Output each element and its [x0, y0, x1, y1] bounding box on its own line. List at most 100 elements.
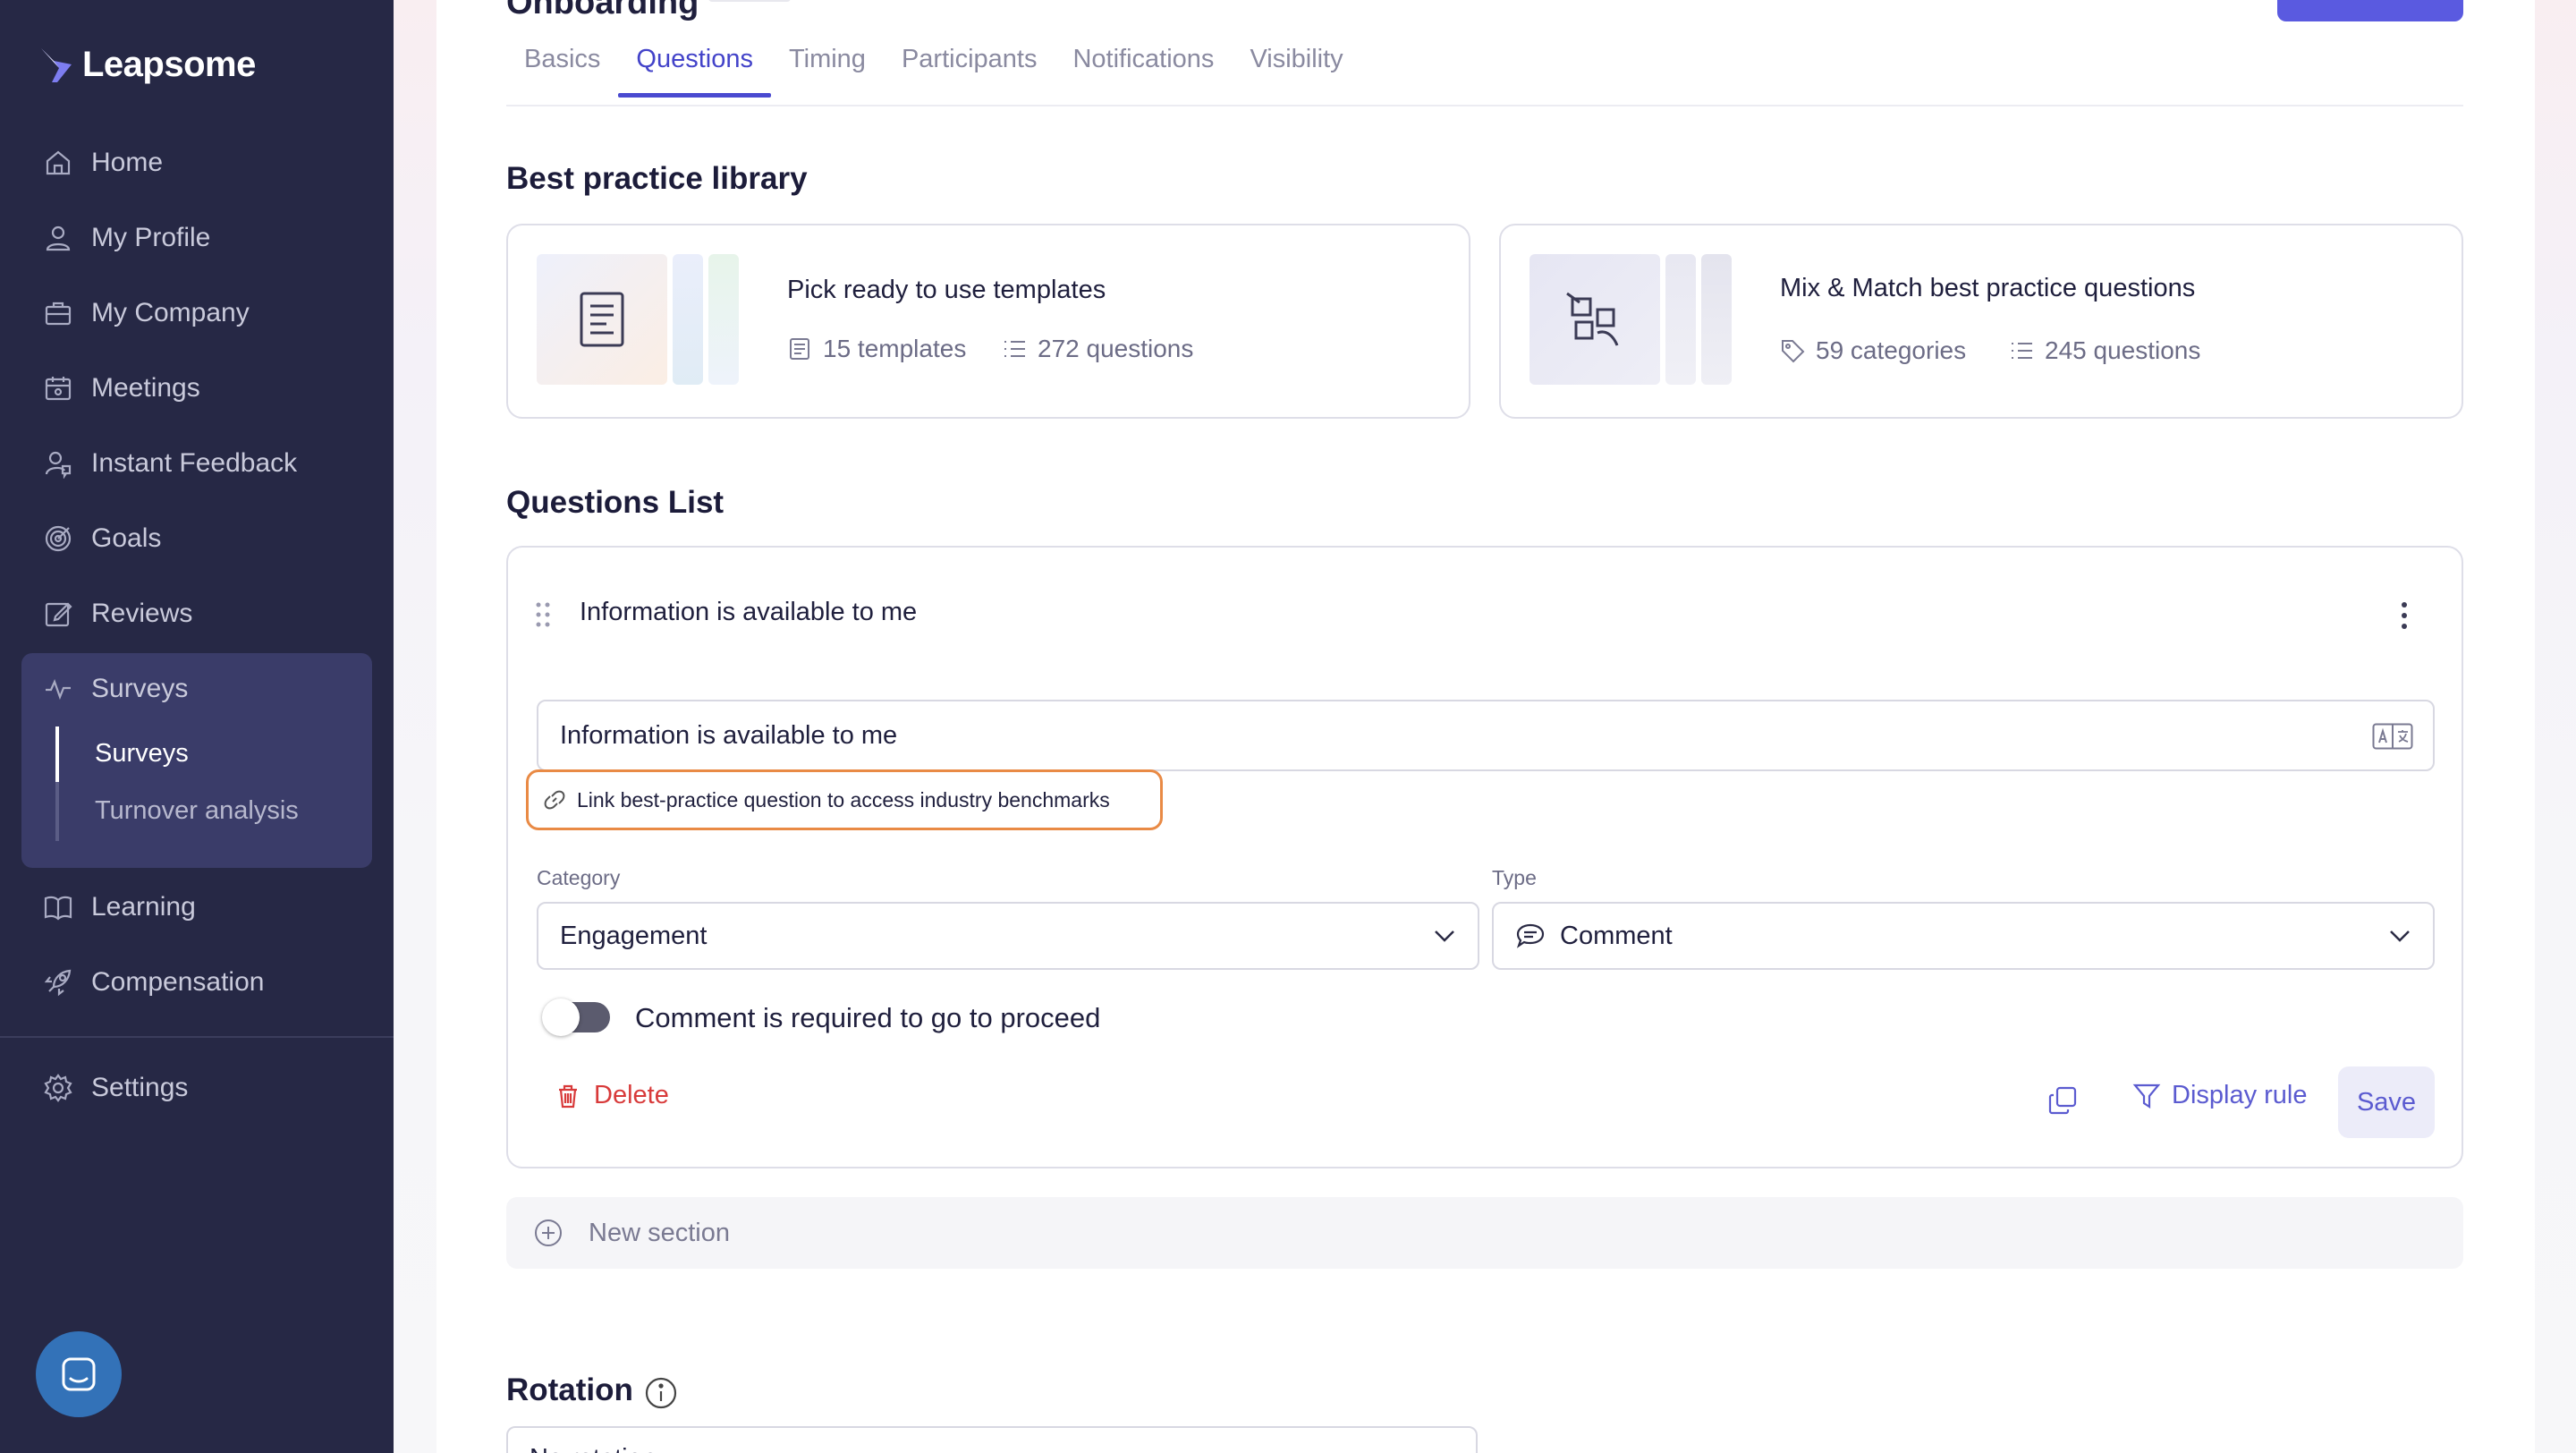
mix-match-thumbnail-stack	[1665, 254, 1696, 385]
question-text-input[interactable]	[537, 700, 2435, 771]
book-icon	[44, 896, 72, 921]
sidebar-item-label: Surveys	[91, 674, 189, 703]
sidebar-item-learning[interactable]: Learning	[43, 880, 196, 934]
link-icon	[544, 790, 565, 810]
submenu-active-indicator	[55, 726, 59, 782]
templates-count: 15 templates	[787, 335, 966, 363]
templates-thumbnail-stack	[708, 254, 739, 385]
sidebar-item-label: Reviews	[91, 599, 193, 628]
templates-card[interactable]: Pick ready to use templates 15 templates…	[506, 224, 1470, 419]
page-title: Onboarding	[506, 0, 699, 21]
sidebar-item-goals[interactable]: Goals	[43, 512, 161, 565]
comment-required-label: Comment is required to go to proceed	[635, 1002, 1101, 1033]
sidebar: Leapsome Home My Profile My Company Meet…	[0, 0, 394, 1453]
home-icon	[46, 150, 71, 175]
comment-required-toggle[interactable]	[542, 998, 610, 1036]
tab-timing[interactable]: Timing	[771, 45, 884, 98]
rocket-icon	[44, 969, 72, 997]
brand-logo[interactable]: Leapsome	[39, 45, 256, 85]
delete-label: Delete	[594, 1081, 669, 1109]
sidebar-subitem-turnover-analysis[interactable]: Turnover analysis	[95, 796, 299, 826]
translate-icon[interactable]	[2372, 723, 2413, 750]
type-label: Type	[1492, 866, 1537, 889]
link-benchmark-label: Link best-practice question to access in…	[577, 787, 1110, 811]
mix-match-thumbnail-stack	[1701, 254, 1732, 385]
tab-basics[interactable]: Basics	[506, 45, 618, 98]
info-icon	[645, 1377, 677, 1409]
sidebar-item-home[interactable]: Home	[43, 136, 163, 190]
question-card: Information is available to me Link best…	[506, 546, 2463, 1168]
library-heading: Best practice library	[506, 161, 808, 196]
tab-notifications[interactable]: Notifications	[1055, 45, 1232, 98]
duplicate-icon	[2048, 1086, 2077, 1115]
tab-participants[interactable]: Participants	[884, 45, 1055, 98]
category-value: Engagement	[560, 921, 708, 950]
type-value: Comment	[1560, 921, 1673, 950]
primary-action-button[interactable]	[2277, 0, 2463, 21]
rotation-select[interactable]: No rotation	[506, 1426, 1478, 1453]
more-options-icon[interactable]	[2394, 599, 2415, 632]
delete-question-button[interactable]: Delete	[555, 1081, 669, 1110]
question-title: Information is available to me	[580, 598, 918, 626]
user-icon	[46, 225, 71, 251]
rotation-info-button[interactable]	[644, 1376, 678, 1410]
sidebar-item-label: Learning	[91, 892, 196, 922]
chevron-down-icon	[2390, 930, 2410, 942]
sidebar-item-meetings[interactable]: Meetings	[43, 361, 200, 415]
sidebar-item-label: Goals	[91, 523, 162, 553]
templates-count-label: 15 templates	[823, 335, 967, 362]
puzzle-icon	[1566, 292, 1619, 346]
categories-count: 59 categories	[1780, 336, 1966, 365]
new-section-button[interactable]: New section	[506, 1197, 2463, 1269]
tab-bar: Basics Questions Timing Participants Not…	[506, 45, 1361, 98]
mix-match-card-title: Mix & Match best practice questions	[1780, 274, 2196, 302]
questions-count: 272 questions	[1002, 335, 1193, 363]
sidebar-item-my-company[interactable]: My Company	[43, 286, 250, 340]
chat-icon	[62, 1357, 96, 1391]
comment-icon	[1516, 923, 1545, 948]
sidebar-item-label: Instant Feedback	[91, 448, 298, 478]
sidebar-divider	[0, 1036, 394, 1038]
templates-thumbnail	[537, 254, 667, 385]
template-icon	[790, 338, 809, 360]
trash-icon	[559, 1084, 577, 1108]
category-select[interactable]: Engagement	[537, 902, 1479, 970]
tab-visibility[interactable]: Visibility	[1232, 45, 1360, 98]
category-label: Category	[537, 866, 621, 889]
title-badge	[708, 0, 791, 2]
sidebar-item-reviews[interactable]: Reviews	[43, 587, 192, 641]
document-icon	[580, 292, 624, 347]
sidebar-item-my-profile[interactable]: My Profile	[43, 211, 210, 265]
list-icon	[2012, 343, 2032, 359]
target-icon	[45, 525, 72, 552]
link-benchmark-button[interactable]: Link best-practice question to access in…	[526, 769, 1163, 830]
calendar-icon	[45, 377, 72, 401]
mix-match-card[interactable]: Mix & Match best practice questions 59 c…	[1499, 224, 2463, 419]
display-rule-label: Display rule	[2172, 1081, 2308, 1109]
sidebar-item-label: My Company	[91, 298, 250, 327]
feedback-icon	[45, 451, 72, 479]
drag-handle-icon[interactable]	[535, 601, 551, 628]
filter-icon	[2132, 1083, 2161, 1109]
sidebar-item-instant-feedback[interactable]: Instant Feedback	[43, 437, 297, 490]
edit-icon	[45, 602, 72, 627]
templates-card-title: Pick ready to use templates	[787, 276, 1106, 304]
pulse-icon	[46, 679, 71, 701]
brand-name: Leapsome	[82, 45, 256, 84]
duplicate-question-button[interactable]	[2046, 1084, 2079, 1117]
sidebar-item-label: Home	[91, 148, 164, 177]
type-select[interactable]: Comment	[1492, 902, 2435, 970]
sidebar-item-settings[interactable]: Settings	[43, 1061, 188, 1115]
sidebar-item-surveys[interactable]: Surveys	[43, 662, 188, 716]
categories-count-label: 59 categories	[1816, 336, 1967, 364]
sidebar-item-compensation[interactable]: Compensation	[43, 956, 264, 1009]
tab-questions[interactable]: Questions	[618, 45, 771, 98]
support-chat-button[interactable]	[36, 1331, 122, 1417]
save-question-button[interactable]: Save	[2338, 1066, 2435, 1138]
display-rule-button[interactable]: Display rule	[2132, 1081, 2308, 1110]
tag-icon	[1782, 340, 1805, 363]
sidebar-item-label: Settings	[91, 1073, 189, 1102]
chevron-down-icon	[1435, 930, 1454, 942]
rotation-heading: Rotation	[506, 1372, 633, 1407]
sidebar-subitem-surveys[interactable]: Surveys	[95, 739, 189, 769]
